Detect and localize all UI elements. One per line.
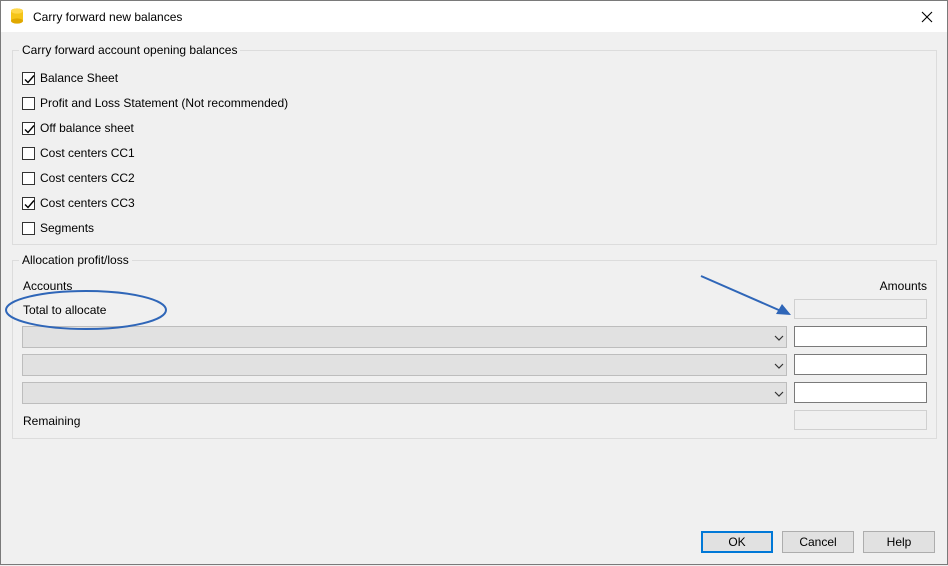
balance-sheet-checkbox[interactable] xyxy=(22,71,35,85)
opening-balances-group: Carry forward account opening balances B… xyxy=(12,43,937,245)
balance-sheet-option[interactable]: Balance Sheet xyxy=(22,70,118,86)
off-balance-sheet-checkbox[interactable] xyxy=(22,121,35,135)
accounts-header: Accounts xyxy=(23,279,73,293)
opening-balances-legend: Carry forward account opening balances xyxy=(19,43,241,57)
segments-option[interactable]: Segments xyxy=(22,220,94,236)
close-button[interactable] xyxy=(907,1,947,32)
remaining-value xyxy=(794,410,927,430)
amount-input-2[interactable] xyxy=(794,354,927,375)
cost-centers-cc3-checkbox[interactable] xyxy=(22,196,35,210)
account-select-2[interactable] xyxy=(22,354,787,376)
cost-centers-cc2-option[interactable]: Cost centers CC2 xyxy=(22,170,135,186)
allocation-legend: Allocation profit/loss xyxy=(19,253,132,267)
account-select-1[interactable] xyxy=(22,326,787,348)
title-bar: Carry forward new balances xyxy=(1,1,947,32)
off-balance-sheet-option[interactable]: Off balance sheet xyxy=(22,120,134,136)
cost-centers-cc3-label: Cost centers CC3 xyxy=(40,196,135,210)
remaining-label: Remaining xyxy=(23,414,81,428)
cost-centers-cc2-checkbox[interactable] xyxy=(22,171,35,185)
cost-centers-cc2-label: Cost centers CC2 xyxy=(40,171,135,185)
amount-input-1[interactable] xyxy=(794,326,927,347)
account-select-3[interactable] xyxy=(22,382,787,404)
cost-centers-cc1-label: Cost centers CC1 xyxy=(40,146,135,160)
segments-checkbox[interactable] xyxy=(22,221,35,235)
chevron-down-icon xyxy=(774,335,784,341)
amount-input-3[interactable] xyxy=(794,382,927,403)
profit-loss-option[interactable]: Profit and Loss Statement (Not recommend… xyxy=(22,95,288,111)
balance-sheet-label: Balance Sheet xyxy=(40,71,119,85)
close-icon xyxy=(921,11,933,22)
cancel-button[interactable]: Cancel xyxy=(782,531,854,553)
chevron-down-icon xyxy=(774,363,784,369)
segments-label: Segments xyxy=(40,221,95,235)
cost-centers-cc1-option[interactable]: Cost centers CC1 xyxy=(22,145,135,161)
help-button[interactable]: Help xyxy=(863,531,935,553)
window-title: Carry forward new balances xyxy=(33,10,183,24)
allocation-group: Allocation profit/loss Accounts Amounts … xyxy=(12,253,937,439)
off-balance-sheet-label: Off balance sheet xyxy=(40,121,134,135)
chevron-down-icon xyxy=(774,391,784,397)
total-to-allocate-label: Total to allocate xyxy=(23,303,107,317)
total-to-allocate-value xyxy=(794,299,927,319)
cost-centers-cc3-option[interactable]: Cost centers CC3 xyxy=(22,195,135,211)
dialog-window: Carry forward new balances Carry forward… xyxy=(0,0,948,565)
database-icon xyxy=(11,8,23,24)
profit-loss-checkbox[interactable] xyxy=(22,96,35,110)
cost-centers-cc1-checkbox[interactable] xyxy=(22,146,35,160)
ok-button[interactable]: OK xyxy=(701,531,773,553)
amounts-header: Amounts xyxy=(879,279,927,293)
profit-loss-label: Profit and Loss Statement (Not recommend… xyxy=(40,96,289,110)
